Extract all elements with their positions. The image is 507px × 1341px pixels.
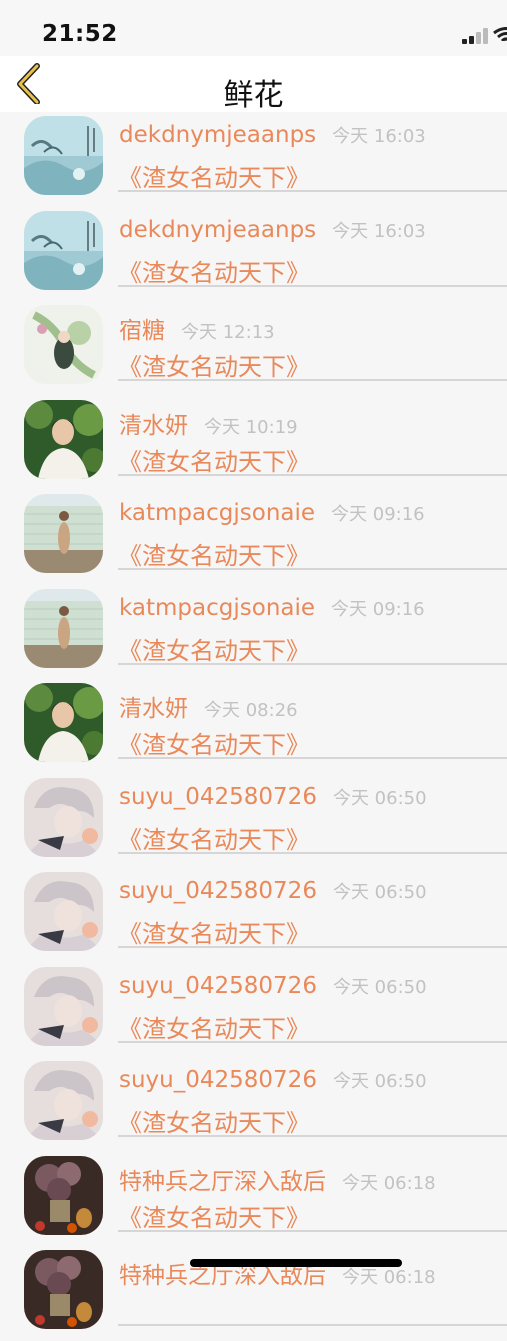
timestamp: 今天 06:50 (332, 1071, 427, 1092)
username-text: suyu_042580726 (119, 1067, 317, 1093)
username-text: 特种兵之厅深入敌后 (119, 1168, 326, 1195)
user-avatar[interactable] (24, 777, 103, 857)
timestamp: 今天 16:03 (332, 126, 426, 147)
book-title: 《渣女名动天下》 (118, 447, 310, 476)
wifi-icon (493, 27, 507, 41)
username-text: suyu_042580726 (119, 972, 317, 999)
book-title: 《渣女名动天下》 (118, 920, 310, 948)
username: suyu_042580726 今天 06:50 (119, 878, 427, 904)
book-title: 《渣女名动天下》 (118, 1109, 310, 1137)
username: suyu_042580726 今天 06:50 (119, 973, 427, 999)
username-text: suyu_042580726 (119, 878, 317, 904)
username: dekdnymjeaanps 今天 16:03 (119, 217, 426, 243)
timestamp: 今天 08:26 (204, 700, 298, 721)
timestamp: 今天 12:13 (181, 322, 275, 343)
book-title: 《渣女名动天下》 (118, 1014, 310, 1043)
divider (118, 1229, 507, 1232)
timestamp: 今天 06:18 (342, 1172, 436, 1194)
username-text: katmpacgjsonaie (119, 594, 316, 621)
username: suyu_042580726 今天 06:50 (119, 784, 427, 810)
list-item[interactable]: dekdnymjeaanps 今天 16:03 《渣女名动天下》 (0, 112, 507, 207)
timestamp: 今天 09:16 (331, 504, 425, 525)
username: 清水妍 今天 10:19 (119, 406, 298, 440)
username-text: 清水妍 (119, 412, 188, 439)
user-avatar[interactable] (24, 872, 103, 951)
book-title: 《渣女名动天下》 (118, 636, 310, 665)
user-avatar[interactable] (24, 683, 103, 762)
user-avatar[interactable] (24, 494, 103, 573)
home-indicator (190, 1259, 402, 1267)
user-avatar[interactable] (24, 1155, 103, 1235)
username-text: katmpacgjsonaie (119, 500, 316, 526)
username-text: dekdnymjeaanps (119, 122, 317, 148)
username: 宿糖 今天 12:13 (119, 311, 275, 345)
cellular-signal-icon (462, 28, 490, 44)
user-avatar[interactable] (24, 588, 103, 668)
divider (118, 379, 507, 381)
page-title: 鲜花 (223, 78, 284, 113)
timestamp: 今天 06:50 (332, 882, 427, 903)
divider (118, 1135, 507, 1137)
username: katmpacgjsonaie 今天 09:16 (119, 500, 425, 526)
list-item[interactable]: suyu_042580726 今天 06:50 《渣女名动天下》 (0, 774, 507, 869)
divider (118, 851, 507, 854)
book-title: 《渣女名动天下》 (118, 258, 310, 287)
username: suyu_042580726 今天 06:50 (119, 1067, 427, 1093)
divider (118, 190, 507, 192)
timestamp: 今天 09:16 (331, 598, 425, 620)
list-item[interactable]: 特种兵之厅深入敌后 今天 06:18 《渣女名动天下》 (0, 1152, 507, 1247)
list-item[interactable]: 宿糖 今天 12:13 《渣女名动天下》 (0, 301, 507, 396)
username: dekdnymjeaanps 今天 16:03 (119, 122, 426, 148)
status-time: 21:52 (42, 21, 118, 47)
divider (118, 946, 507, 948)
list-item[interactable]: dekdnymjeaanps 今天 16:03 《渣女名动天下》 (0, 207, 507, 302)
divider (118, 1040, 507, 1043)
divider (118, 284, 507, 287)
user-avatar[interactable] (24, 1250, 103, 1329)
user-avatar[interactable] (24, 966, 103, 1046)
user-avatar[interactable] (24, 305, 103, 384)
divider (118, 757, 507, 759)
status-bar: 21:52 (0, 0, 507, 56)
list-item[interactable]: suyu_042580726 今天 06:50 《渣女名动天下》 (0, 1057, 507, 1152)
user-avatar[interactable] (24, 399, 103, 479)
list-item[interactable]: 清水妍 今天 10:19 《渣女名动天下》 (0, 396, 507, 491)
book-title: 《渣女名动天下》 (118, 542, 310, 570)
timestamp: 今天 10:19 (204, 416, 298, 438)
username: 清水妍 今天 08:26 (119, 689, 298, 723)
user-avatar[interactable] (24, 116, 103, 195)
username: katmpacgjsonaie 今天 09:16 (119, 595, 425, 621)
list-item[interactable]: 清水妍 今天 08:26 《渣女名动天下》 (0, 679, 507, 774)
nav-bar: 鲜花 (0, 56, 507, 113)
divider (118, 568, 507, 570)
username-text: dekdnymjeaanps (119, 216, 317, 243)
book-title: 《渣女名动天下》 (118, 825, 310, 854)
timestamp: 今天 16:03 (332, 220, 426, 242)
username: 特种兵之厅深入敌后 今天 06:18 (119, 1162, 436, 1196)
list-item[interactable]: suyu_042580726 今天 06:50 《渣女名动天下》 (0, 963, 507, 1058)
divider (118, 662, 507, 665)
gift-record-list: dekdnymjeaanps 今天 16:03 《渣女名动天下》 dekdnymje… (0, 112, 507, 1341)
username-text: 宿糖 (119, 318, 165, 344)
book-title: 《渣女名动天下》 (118, 353, 310, 381)
divider (118, 1324, 507, 1326)
divider (118, 473, 507, 476)
book-title: 《渣女名动天下》 (118, 1203, 310, 1232)
user-avatar[interactable] (24, 210, 103, 290)
timestamp: 今天 06:50 (332, 976, 427, 998)
user-avatar[interactable] (24, 1061, 103, 1140)
list-item[interactable]: katmpacgjsonaie 今天 09:16 《渣女名动天下》 (0, 490, 507, 585)
username-text: suyu_042580726 (119, 783, 317, 810)
book-title: 《渣女名动天下》 (118, 731, 310, 759)
timestamp: 今天 06:50 (332, 787, 427, 809)
timestamp: 今天 06:18 (342, 1267, 436, 1288)
list-item[interactable]: suyu_042580726 今天 06:50 《渣女名动天下》 (0, 868, 507, 963)
list-item[interactable]: katmpacgjsonaie 今天 09:16 《渣女名动天下》 (0, 585, 507, 680)
username-text: 清水妍 (119, 696, 188, 722)
book-title: 《渣女名动天下》 (118, 164, 310, 192)
